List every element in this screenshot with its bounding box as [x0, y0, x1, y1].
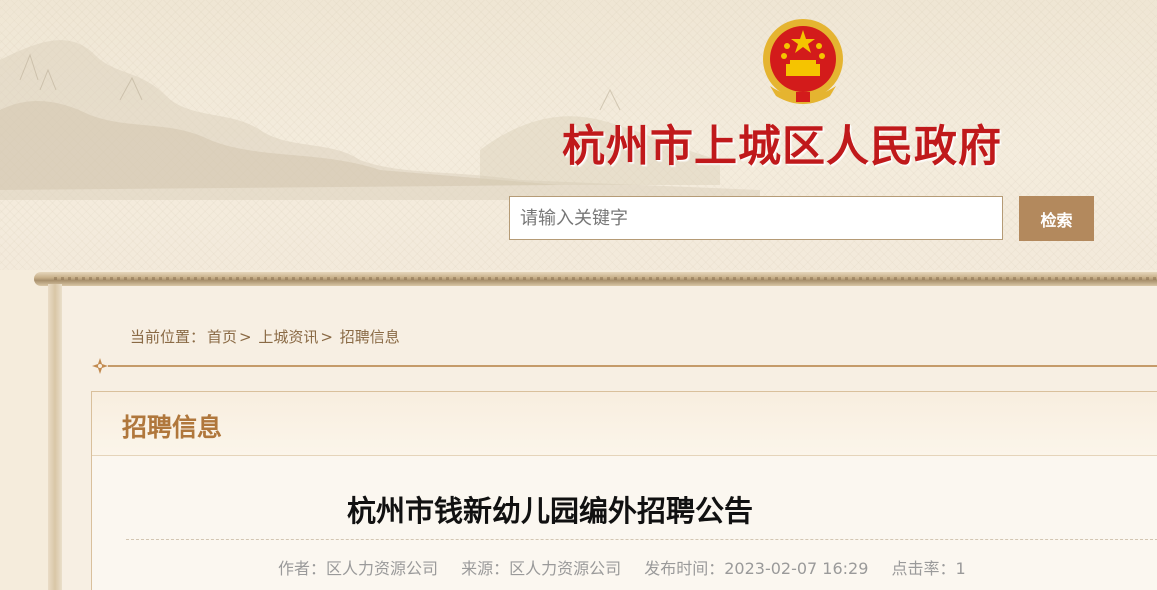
meta-hits: 点击率：1: [891, 559, 966, 578]
national-emblem-icon: [763, 19, 843, 104]
meta-source: 来源：区人力资源公司: [461, 559, 622, 578]
article-meta: 作者：区人力资源公司 来源：区人力资源公司 发布时间：2023-02-07 16…: [278, 555, 984, 579]
breadcrumb-item-recruitment[interactable]: 招聘信息: [340, 328, 400, 346]
breadcrumb-item-news[interactable]: 上城资讯: [258, 328, 318, 346]
section-title: 招聘信息: [122, 413, 223, 442]
divider: [108, 365, 1157, 367]
breadcrumb-separator: >: [320, 328, 333, 346]
scroll-rod-decoration: [34, 272, 1157, 286]
header-banner: 杭州市上城区人民政府 检索: [0, 0, 1157, 270]
article-title: 杭州市钱新幼儿园编外招聘公告: [346, 494, 753, 528]
panel-header: 招聘信息: [92, 392, 1157, 456]
breadcrumb-item-home[interactable]: 首页: [207, 328, 237, 346]
search-input[interactable]: [509, 196, 1003, 240]
meta-author: 作者：区人力资源公司: [278, 559, 439, 578]
ornament-icon: [92, 358, 108, 374]
site-title: 杭州市上城区人民政府: [562, 122, 1002, 172]
breadcrumb-prefix: 当前位置：: [130, 328, 206, 346]
scroll-side-decoration: [48, 284, 62, 590]
search-button[interactable]: 检索: [1019, 196, 1094, 241]
meta-published: 发布时间：2023-02-07 16:29: [644, 559, 869, 578]
breadcrumb: 当前位置： 首页 > 上城资讯 > 招聘信息: [130, 326, 402, 347]
breadcrumb-separator: >: [239, 328, 252, 346]
article-panel: 招聘信息 杭州市钱新幼儿园编外招聘公告 作者：区人力资源公司 来源：区人力资源公…: [91, 391, 1157, 590]
title-divider: [126, 539, 1157, 540]
